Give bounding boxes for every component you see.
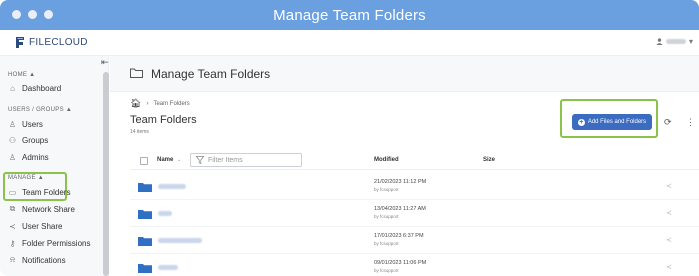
app-window: Manage Team Folders FILECLOUD ▾ ⇤ HOME ▲… [0,0,699,276]
item-count: 14 items [130,129,149,135]
folder-name-redacted[interactable] [158,184,186,189]
maximize-window-dot[interactable] [44,10,53,19]
section-home[interactable]: HOME ▲ [8,72,35,78]
filter-input[interactable]: Filter Items [190,153,302,167]
filter-placeholder: Filter Items [208,156,243,164]
sidebar-item-label: Notifications [22,255,66,265]
collapse-sidebar-icon[interactable]: ⇤ [101,57,109,68]
column-size[interactable]: Size [483,157,495,163]
modified-date: 17/01/2023 6:37 PM [374,233,424,239]
sidebar-item-users[interactable]: ♙ Users [8,117,43,131]
share-icon[interactable]: ≺ [666,182,672,190]
sidebar-item-team-folders[interactable]: ▭ Team Folders [8,185,71,199]
select-all-checkbox[interactable] [140,157,148,165]
sort-icon[interactable]: ⌄ [177,157,181,163]
sidebar-item-user-share[interactable]: ≺ User Share [8,219,62,233]
window-title: Manage Team Folders [273,6,426,24]
network-icon: ⧉ [9,204,16,213]
column-modified[interactable]: Modified [374,157,399,163]
breadcrumb-separator-icon: › [146,100,149,107]
filter-icon [196,156,204,164]
folder-icon [130,67,143,81]
sidebar-item-label: Admins [22,152,49,162]
table-row[interactable]: 21/02/2023 11:12 PM by fcsupport ≺ [130,174,699,200]
add-button-label: Add Files and Folders [587,119,647,125]
sidebar-item-dashboard[interactable]: ⌂ Dashboard [8,81,61,95]
folder-name-redacted[interactable] [158,265,178,270]
share-icon: ≺ [9,221,16,231]
sidebar-scrollbar[interactable] [103,72,109,276]
refresh-icon[interactable]: ⟳ [664,117,672,128]
sidebar-item-label: Network Share [22,204,75,214]
sidebar-item-label: Folder Permissions [22,238,91,248]
folder-icon [138,210,152,219]
folder-icon [138,237,152,246]
page-header: Manage Team Folders [110,56,699,92]
filecloud-logo[interactable]: FILECLOUD [14,36,88,49]
modified-by: by fcsupport [374,214,399,219]
folder-name-redacted[interactable] [158,211,172,216]
user-name-redacted [665,39,686,44]
table-row[interactable]: 17/01/2023 6:37 PM by fcsupport ≺ [130,228,699,254]
folder-icon: ▭ [8,187,17,197]
filecloud-logo-icon [16,37,24,48]
add-files-and-folders-button[interactable]: + Add Files and Folders [572,114,652,130]
more-options-icon[interactable]: ⋮ [686,117,695,128]
modified-date: 13/04/2023 11:27 AM [374,206,426,212]
breadcrumb: 🏠︎ › Team Folders [130,98,190,109]
breadcrumb-home-icon[interactable]: 🏠︎ [130,98,141,109]
user-menu[interactable]: ▾ [656,37,693,46]
modified-date: 21/02/2023 11:12 PM [374,179,427,185]
table-header: Name ⌄ Filter Items Modified Size [130,152,699,170]
sidebar-item-label: Team Folders [22,187,71,197]
modified-by: by fcsupport [374,187,399,192]
modified-date: 09/01/2023 11:06 PM [374,260,427,266]
permission-icon: ⚷ [9,238,16,248]
column-name[interactable]: Name [157,157,173,163]
table-row[interactable]: 13/04/2023 11:27 AM by fcsupport ≺ [130,201,699,227]
home-icon: ⌂ [10,83,15,93]
share-icon[interactable]: ≺ [666,209,672,217]
bell-icon: ⍾ [9,255,16,264]
user-icon [656,38,663,45]
group-icon: ⚇ [8,135,17,145]
chevron-down-icon: ▾ [688,37,693,46]
breadcrumb-current[interactable]: Team Folders [153,101,189,107]
window-controls [12,10,53,19]
minimize-window-dot[interactable] [28,10,37,19]
window-titlebar: Manage Team Folders [0,0,699,30]
brand-name: FILECLOUD [29,37,88,48]
sidebar-item-groups[interactable]: ⚇ Groups [8,133,48,147]
folder-icon [138,264,152,273]
admin-icon: ♙ [8,152,17,162]
modified-by: by fcsupport [374,241,399,246]
sidebar-item-label: Users [22,119,43,129]
sidebar-item-admins[interactable]: ♙ Admins [8,150,49,164]
modified-by: by fcsupport [374,268,399,273]
folder-icon [138,183,152,192]
page-title: Manage Team Folders [151,66,271,81]
sidebar-item-label: Dashboard [22,83,62,93]
sidebar-item-notifications[interactable]: ⍾ Notifications [8,253,66,267]
sidebar-item-folder-permissions[interactable]: ⚷ Folder Permissions [8,236,91,250]
section-title: Team Folders [130,114,197,126]
user-icon: ♙ [8,119,17,129]
app-header: FILECLOUD ▾ [0,30,699,56]
share-icon[interactable]: ≺ [666,236,672,244]
folder-name-redacted[interactable] [158,238,202,243]
sidebar-item-network-share[interactable]: ⧉ Network Share [8,202,75,216]
share-icon[interactable]: ≺ [666,263,672,271]
table-row[interactable]: 09/01/2023 11:06 PM by fcsupport ≺ [130,255,699,276]
sidebar-item-label: User Share [22,221,63,231]
sidebar-item-label: Groups [22,135,49,145]
close-window-dot[interactable] [12,10,21,19]
plus-icon: + [577,118,585,126]
section-users-groups[interactable]: USERS / GROUPS ▲ [8,107,72,113]
